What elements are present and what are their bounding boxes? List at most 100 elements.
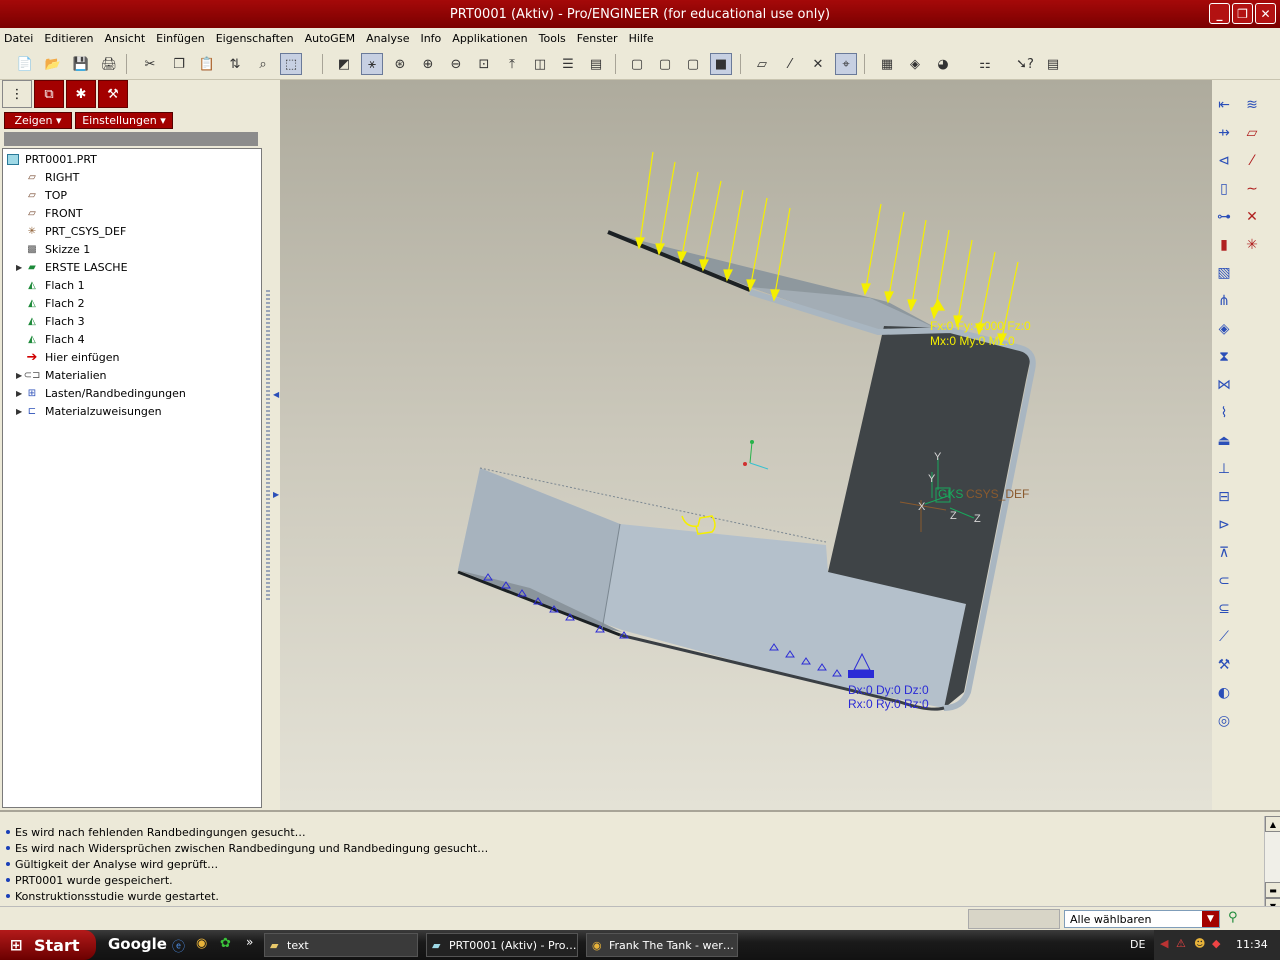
surface-region-icon[interactable]: ▱ [1241,122,1263,144]
expand-icon[interactable]: ▶ [16,371,22,380]
model-canvas[interactable]: Fx:0 Fy:-1000 Fz:0 Mx:0 My:0 Mz:0 Dx:0 D… [280,80,1212,810]
save-icon[interactable]: 💾 [70,53,92,75]
zoom-out-icon[interactable]: ⊖ [445,53,467,75]
menu-eigenschaften[interactable]: Eigenschaften [216,32,294,45]
copy-icon[interactable]: ❐ [168,53,190,75]
tray-network-icon[interactable]: ⚠ [1176,937,1186,950]
results-icon[interactable]: ◐ [1213,682,1235,704]
displacement-icon[interactable]: ▮ [1213,234,1235,256]
material-icon[interactable]: ⊂ [1213,570,1235,592]
ball-constraint-icon[interactable]: ◈ [1213,318,1235,340]
collapse-arrow-icon[interactable]: ◀ [273,390,279,399]
expand-icon[interactable]: ▶ [16,263,22,272]
tree-item[interactable]: ▶ ⊏ Materialzuweisungen [16,402,162,420]
favorites-tab[interactable]: ✱ [66,80,96,108]
expand-icon[interactable]: ▶ [16,407,22,416]
scroll-up-icon[interactable]: ▲ [1265,816,1280,832]
menu-editieren[interactable]: Editieren [44,32,93,45]
wireframe-icon[interactable]: ▢ [626,53,648,75]
weighted-link-icon[interactable]: ⊼ [1213,542,1235,564]
google-toolbar[interactable]: Google [108,935,167,953]
datum-curve-icon[interactable]: ∼ [1241,178,1263,200]
shell-icon[interactable]: ⊥ [1213,458,1235,480]
taskbar-item-proe[interactable]: ▰ PRT0001 (Aktiv) - Pro… [426,933,578,957]
saved-views-icon[interactable]: ◫ [529,53,551,75]
mesh-icon[interactable]: ◈ [904,53,926,75]
new-file-icon[interactable]: 📄 [14,53,36,75]
language-indicator[interactable]: DE [1130,938,1145,951]
material-assignment-icon[interactable]: ⊆ [1213,598,1235,620]
gravity-load-icon[interactable]: ⊲ [1213,150,1235,172]
connections-tab[interactable]: ⚒ [98,80,128,108]
tray-user-icon[interactable]: ☻ [1194,937,1205,950]
refit-icon[interactable]: ◩ [333,53,355,75]
cut-icon[interactable]: ✂ [139,53,161,75]
splitter-grip[interactable] [266,290,270,600]
spring-icon[interactable]: ⌇ [1213,402,1235,424]
zoom-in-icon[interactable]: ⊕ [417,53,439,75]
regenerate-icon[interactable]: ⇅ [224,53,246,75]
datum-axis-icon[interactable]: ⁄ [1241,150,1263,172]
tree-item[interactable]: ▱ TOP [25,186,67,204]
paste-icon[interactable]: 📋 [196,53,218,75]
tray-security-icon[interactable]: ◆ [1212,937,1220,950]
expand-icon[interactable]: ▶ [16,389,22,398]
open-file-icon[interactable]: 📂 [42,53,64,75]
zoom-fit-icon[interactable]: ⊡ [473,53,495,75]
symmetry-constraint-icon[interactable]: ⧗ [1213,346,1235,368]
force-load-icon[interactable]: ⇤ [1213,94,1235,116]
tree-item[interactable]: ◭ Flach 1 [25,276,85,294]
orient-mode-icon[interactable]: ⊛ [389,53,411,75]
model-tree-icon[interactable]: ⚏ [974,53,996,75]
csys-display-icon[interactable]: ⌖ [835,53,857,75]
tree-item[interactable]: ▱ FRONT [25,204,82,222]
traffic-light-icon[interactable]: ⚲ [1228,910,1238,925]
menu-tools[interactable]: Tools [539,32,566,45]
menu-fenster[interactable]: Fenster [577,32,618,45]
tree-item[interactable]: ▶ ⊂⊐ Materialien [16,366,106,384]
chevron-down-icon[interactable]: ▼ [1202,911,1219,927]
datum-points-icon[interactable]: ✕ [807,53,829,75]
view-manager-icon[interactable]: ▤ [585,53,607,75]
folder-browser-tab[interactable]: ⧉ [34,80,64,108]
show-button[interactable]: Zeigen ▾ [4,112,72,129]
tree-item[interactable]: ▶ ▰ ERSTE LASCHE [16,258,128,276]
menu-datei[interactable]: Datei [4,32,33,45]
icq-icon[interactable]: ✿ [220,936,231,951]
layers-icon[interactable]: ☰ [557,53,579,75]
beam-icon[interactable]: ⋈ [1213,374,1235,396]
tree-item[interactable]: ◭ Flach 3 [25,312,85,330]
mesh-control-icon[interactable]: ◎ [1213,710,1235,732]
tree-item[interactable]: PRT0001.PRT [7,150,97,168]
scroll-track[interactable] [1265,832,1280,882]
pressure-load-icon[interactable]: ≋ [1241,94,1263,116]
maximize-button[interactable]: ❐ [1232,3,1253,24]
pin-constraint-icon[interactable]: ⋔ [1213,290,1235,312]
expand-arrow-icon[interactable]: ▶ [273,490,279,499]
scroll-mid-icon[interactable]: ▬ [1265,882,1280,898]
bearing-load-icon[interactable]: ⇸ [1213,122,1235,144]
tree-item[interactable]: ◭ Flach 2 [25,294,85,312]
more-quicklaunch-icon[interactable]: » [246,935,253,949]
datum-point-icon[interactable]: ✕ [1241,206,1263,228]
message-scrollbar[interactable]: ▲ ▬ ▼ [1264,816,1280,914]
menu-analyse[interactable]: Analyse [366,32,409,45]
graphics-viewport[interactable]: Fx:0 Fy:-1000 Fz:0 Mx:0 My:0 Mz:0 Dx:0 D… [280,80,1212,810]
menu-hilfe[interactable]: Hilfe [629,32,654,45]
chrome-icon[interactable]: ◉ [196,936,207,951]
menu-ansicht[interactable]: Ansicht [105,32,146,45]
context-help-icon[interactable]: ➘? [1014,53,1036,75]
datum-planes-icon[interactable]: ▱ [751,53,773,75]
tree-item[interactable]: ➔ Hier einfügen [25,348,120,366]
menu-autogem[interactable]: AutoGEM [305,32,356,45]
rigid-link-icon[interactable]: ⊳ [1213,514,1235,536]
shading-icon[interactable]: ■ [710,53,732,75]
menu-applikationen[interactable]: Applikationen [452,32,527,45]
tray-arrow-icon[interactable]: ◀ [1160,937,1168,950]
tree-item[interactable]: ▱ RIGHT [25,168,79,186]
datum-axes-icon[interactable]: ⁄ [779,53,801,75]
centrifugal-load-icon[interactable]: ▯ [1213,178,1235,200]
menu-info[interactable]: Info [420,32,441,45]
reorient-icon[interactable]: ⤒ [501,53,523,75]
spin-center-icon[interactable]: ⚹ [361,53,383,75]
